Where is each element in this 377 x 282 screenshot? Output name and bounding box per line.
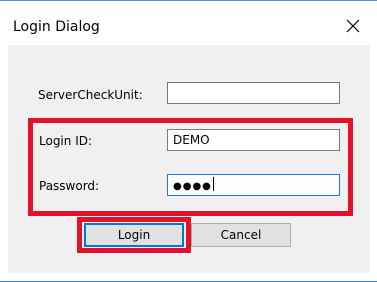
close-icon [346, 19, 360, 33]
server-check-unit-label: ServerCheckUnit: [38, 88, 143, 102]
close-button[interactable] [340, 14, 366, 38]
title-bar[interactable]: Login Dialog [0, 1, 377, 45]
login-id-label: Login ID: [39, 134, 93, 148]
password-label: Password: [39, 179, 100, 193]
login-id-input[interactable]: DEMO [167, 129, 340, 151]
server-check-unit-input[interactable] [167, 82, 340, 104]
cancel-button[interactable]: Cancel [191, 223, 291, 247]
password-masked-value: ●●●● [173, 181, 212, 192]
login-button[interactable]: Login [84, 223, 184, 247]
window-title: Login Dialog [13, 19, 100, 35]
dialog-body: ServerCheckUnit: Login ID: DEMO Password… [8, 45, 370, 273]
password-input[interactable]: ●●●● [167, 174, 340, 196]
text-caret [212, 177, 214, 191]
